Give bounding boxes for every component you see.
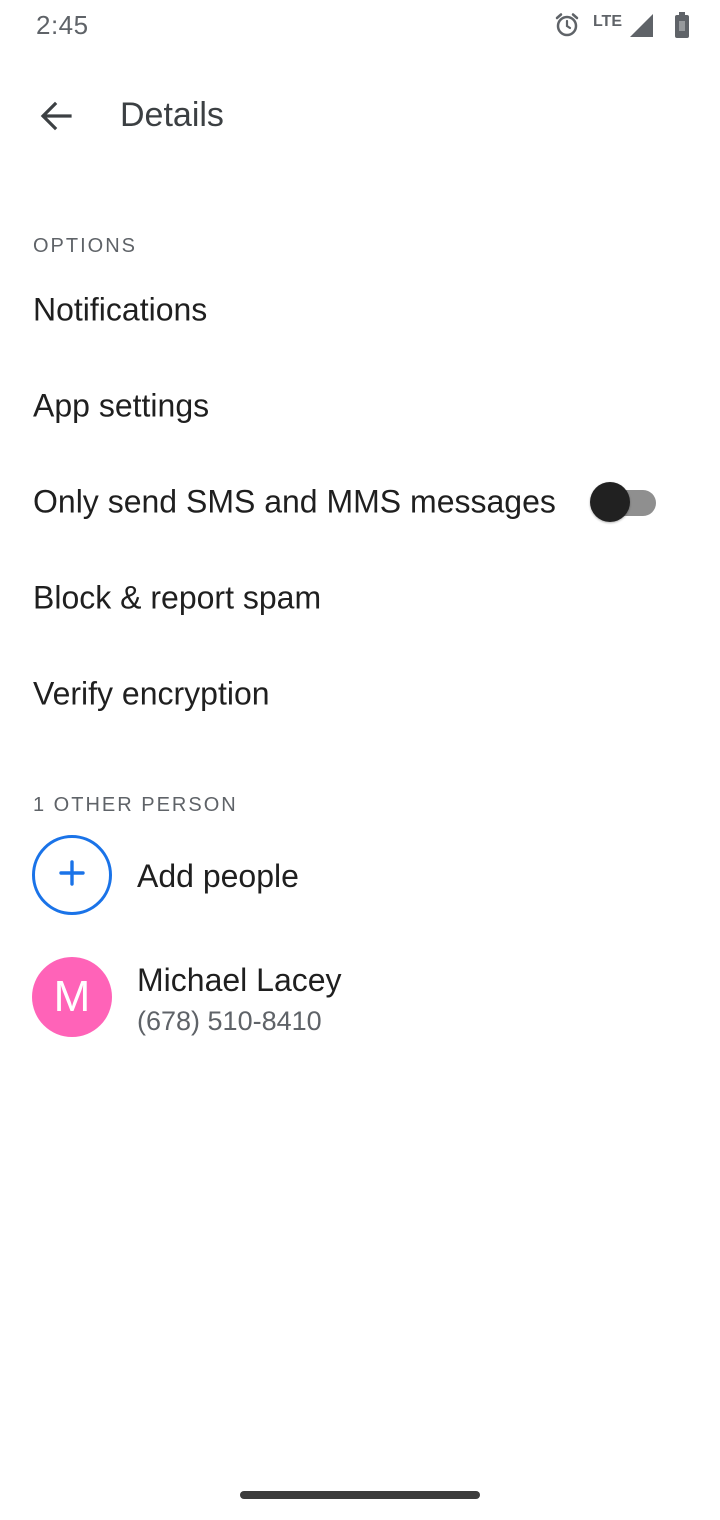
app-settings-item[interactable]: App settings bbox=[0, 358, 720, 454]
signal-icon bbox=[628, 12, 654, 43]
add-people-label: Add people bbox=[137, 858, 299, 894]
arrow-back-icon bbox=[38, 98, 74, 139]
contact-item[interactable]: M Michael Lacey (678) 510-8410 bbox=[0, 950, 720, 1046]
page-title: Details bbox=[120, 96, 224, 134]
status-time: 2:45 bbox=[36, 10, 89, 40]
alarm-icon bbox=[553, 11, 581, 44]
contact-phone: (678) 510-8410 bbox=[137, 1006, 322, 1036]
gesture-nav-handle[interactable] bbox=[240, 1491, 480, 1499]
battery-icon bbox=[674, 11, 690, 44]
block-report-spam-item[interactable]: Block & report spam bbox=[0, 550, 720, 646]
notifications-label: Notifications bbox=[33, 291, 208, 328]
notifications-item[interactable]: Notifications bbox=[0, 262, 720, 358]
people-section-header: 1 OTHER PERSON bbox=[33, 794, 238, 816]
status-bar: 2:45 LTE bbox=[0, 0, 720, 54]
network-type-label: LTE bbox=[592, 13, 622, 30]
status-icons: LTE bbox=[553, 10, 690, 44]
block-report-spam-label: Block & report spam bbox=[33, 579, 322, 616]
sms-mms-only-label: Only send SMS and MMS messages bbox=[33, 483, 556, 520]
contact-name: Michael Lacey bbox=[137, 962, 342, 998]
avatar: M bbox=[32, 957, 112, 1037]
verify-encryption-label: Verify encryption bbox=[33, 675, 270, 712]
app-settings-label: App settings bbox=[33, 387, 210, 424]
top-app-bar: Details bbox=[0, 70, 720, 166]
back-button[interactable] bbox=[28, 90, 84, 146]
verify-encryption-item[interactable]: Verify encryption bbox=[0, 646, 720, 742]
sms-mms-only-toggle[interactable] bbox=[590, 482, 658, 522]
sms-mms-only-item[interactable]: Only send SMS and MMS messages bbox=[0, 454, 720, 550]
options-section-header: OPTIONS bbox=[33, 235, 138, 257]
add-people-item[interactable]: Add people bbox=[0, 828, 720, 924]
plus-icon bbox=[58, 859, 86, 892]
add-people-circle bbox=[32, 835, 112, 915]
avatar-initial: M bbox=[53, 972, 91, 1021]
toggle-thumb bbox=[590, 482, 630, 522]
